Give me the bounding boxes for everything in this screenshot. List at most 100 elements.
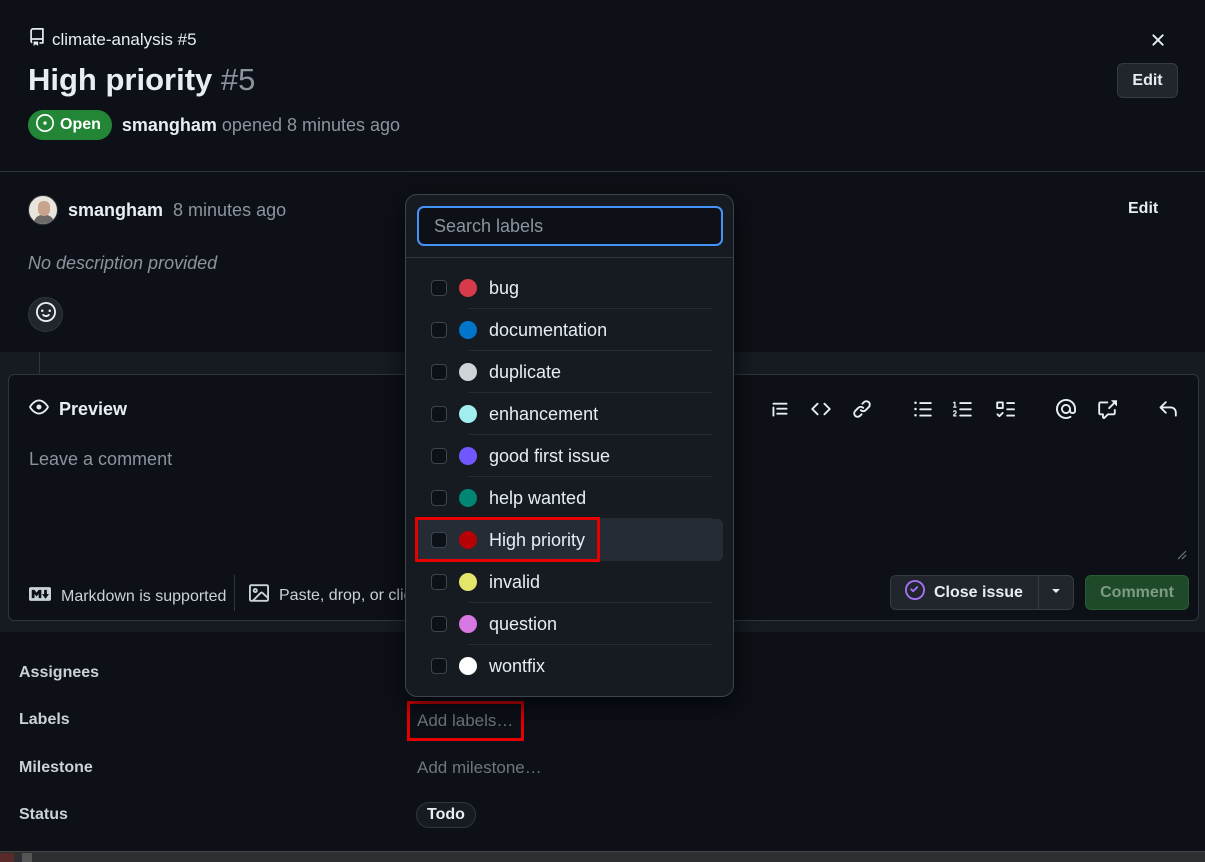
issue-state-row: Open smangham opened 8 minutes ago	[28, 110, 400, 140]
label-checkbox[interactable]	[431, 448, 447, 464]
search-box[interactable]	[417, 206, 723, 246]
label-color-dot	[459, 573, 477, 591]
label-option[interactable]: enhancement	[417, 393, 723, 435]
bottom-strip	[0, 851, 1205, 862]
reply-icon[interactable]	[1156, 397, 1180, 421]
issue-title-text: High priority	[28, 62, 213, 97]
eye-icon	[29, 397, 49, 422]
repo-icon	[28, 28, 46, 51]
label-option-name: documentation	[489, 319, 608, 340]
cross-reference-icon[interactable]	[1095, 397, 1119, 421]
search-labels-input[interactable]	[419, 208, 721, 244]
add-milestone-field[interactable]: Add milestone…	[417, 758, 542, 778]
milestone-label: Milestone	[19, 759, 93, 776]
paste-note-text: Paste, drop, or clic	[279, 586, 412, 604]
label-checkbox[interactable]	[431, 574, 447, 590]
task-list-icon[interactable]	[993, 397, 1017, 421]
label-option-name: enhancement	[489, 403, 599, 424]
label-option[interactable]: help wanted	[417, 477, 723, 519]
labels-label: Labels	[19, 711, 70, 728]
repo-breadcrumb[interactable]: climate-analysis #5	[28, 28, 197, 51]
comment-time[interactable]: 8 minutes ago	[173, 200, 286, 221]
label-option-name: help wanted	[489, 487, 587, 508]
check-circle-icon	[905, 580, 925, 605]
smiley-icon	[35, 302, 56, 327]
edit-title-button[interactable]: Edit	[1117, 63, 1178, 98]
label-option[interactable]: wontfix	[417, 645, 723, 687]
label-checkbox[interactable]	[431, 280, 447, 296]
label-option-name: bug	[489, 277, 520, 298]
dropdown-divider	[406, 257, 733, 258]
label-checkbox[interactable]	[431, 406, 447, 422]
label-option-name: duplicate	[489, 361, 562, 382]
add-reaction-button[interactable]	[28, 297, 63, 332]
markdown-note-text: Markdown is supported	[61, 587, 227, 605]
comment-body: No description provided	[28, 253, 218, 273]
close-issue-button[interactable]: Close issue	[890, 575, 1039, 610]
label-option[interactable]: invalid	[417, 561, 723, 603]
numbered-list-icon[interactable]	[951, 397, 975, 421]
high-priority-highlight-box	[415, 517, 600, 562]
comment-textarea[interactable]: Leave a comment	[29, 449, 172, 470]
label-option[interactable]: good first issue	[417, 435, 723, 477]
label-option[interactable]: duplicate	[417, 351, 723, 393]
label-color-dot	[459, 447, 477, 465]
status-pill[interactable]: Todo	[416, 802, 476, 828]
code-icon[interactable]	[809, 397, 833, 421]
label-color-dot	[459, 657, 477, 675]
status-label: Status	[19, 806, 68, 823]
label-checkbox[interactable]	[431, 616, 447, 632]
label-option[interactable]: question	[417, 603, 723, 645]
label-color-dot	[459, 363, 477, 381]
markdown-note[interactable]: Markdown is supported	[29, 583, 226, 610]
attach-files-button[interactable]: Paste, drop, or clic	[249, 583, 412, 608]
page-title: High priority #5	[28, 62, 255, 98]
label-checkbox[interactable]	[431, 364, 447, 380]
markdown-icon	[29, 583, 51, 610]
status-badge: Open	[28, 110, 112, 140]
header-divider	[0, 171, 1205, 172]
issue-number: #5	[220, 62, 256, 97]
edit-comment-button[interactable]: Edit	[1128, 200, 1158, 218]
label-option-name: good first issue	[489, 445, 611, 466]
comment-author[interactable]: smangham	[68, 200, 163, 221]
labels-highlight-box	[407, 701, 524, 741]
link-icon[interactable]	[850, 397, 874, 421]
label-option[interactable]: bug	[417, 267, 723, 309]
image-icon	[249, 583, 269, 608]
label-option-name: question	[489, 613, 558, 634]
label-option-name: invalid	[489, 571, 541, 592]
opened-meta: opened 8 minutes ago	[221, 114, 401, 135]
label-color-dot	[459, 321, 477, 339]
preview-label: Preview	[59, 399, 128, 419]
footer-divider	[234, 575, 235, 611]
label-color-dot	[459, 405, 477, 423]
status-badge-label: Open	[60, 116, 101, 133]
avatar[interactable]	[28, 195, 58, 225]
heading-icon[interactable]	[768, 397, 792, 421]
label-checkbox[interactable]	[431, 490, 447, 506]
label-checkbox[interactable]	[431, 322, 447, 338]
comment-header: smangham 8 minutes ago	[28, 195, 286, 225]
author-link[interactable]: smangham	[122, 115, 217, 136]
close-issue-options-button[interactable]	[1038, 575, 1074, 610]
assignees-label: Assignees	[19, 664, 100, 681]
bullet-list-icon[interactable]	[911, 397, 935, 421]
resize-handle-icon[interactable]	[1175, 547, 1187, 560]
label-checkbox[interactable]	[431, 658, 447, 674]
close-issue-label: Close issue	[934, 583, 1023, 601]
comment-button[interactable]: Comment	[1085, 575, 1189, 610]
tab-preview[interactable]: Preview	[29, 397, 127, 422]
close-icon[interactable]	[1146, 28, 1170, 52]
issue-page: climate-analysis #5 High priority #5 Edi…	[0, 0, 1205, 862]
labels-dropdown: bug documentation duplicate enhancement good…	[405, 194, 734, 697]
label-color-dot	[459, 615, 477, 633]
label-color-dot	[459, 489, 477, 507]
label-option-name: wontfix	[489, 655, 546, 676]
triangle-down-icon	[1048, 582, 1064, 603]
issue-opened-icon	[36, 113, 54, 137]
repo-crumb-text: climate-analysis #5	[52, 29, 197, 49]
label-option[interactable]: documentation	[417, 309, 723, 351]
mention-icon[interactable]	[1054, 397, 1078, 421]
label-color-dot	[459, 279, 477, 297]
